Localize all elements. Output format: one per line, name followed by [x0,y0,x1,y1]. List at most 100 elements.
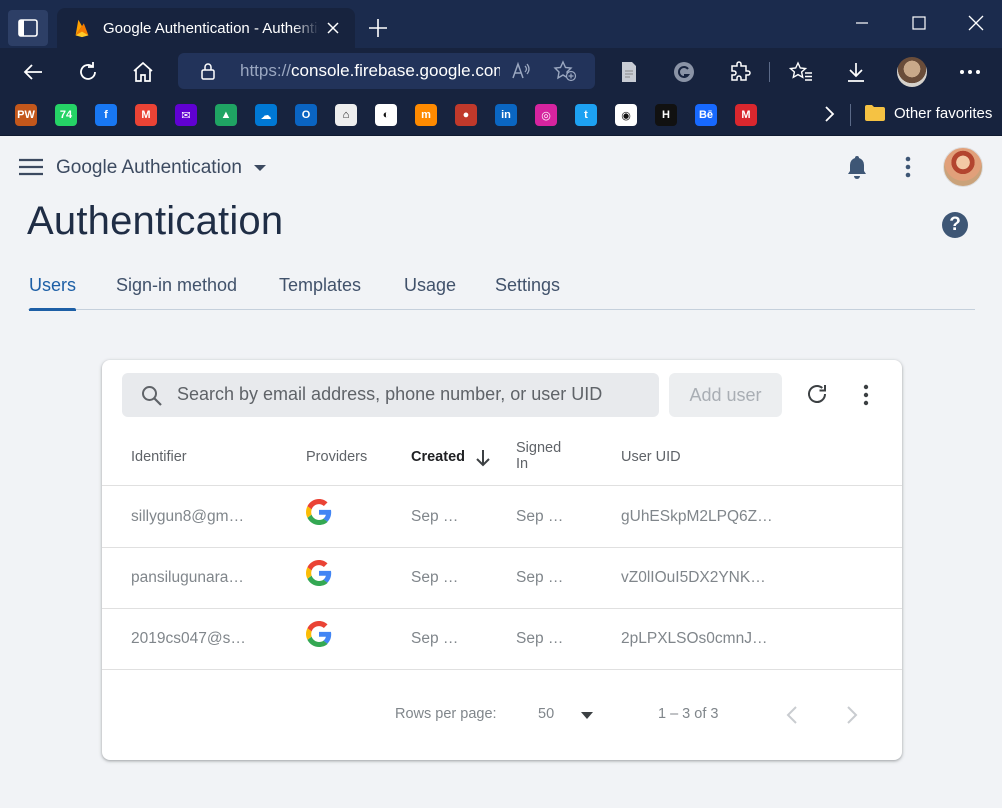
extensions-icon[interactable] [727,59,753,85]
refresh-icon[interactable] [75,59,101,85]
firebase-icon [75,19,89,38]
cell-created: Sep … [411,508,459,525]
browser-profile-avatar[interactable] [897,57,927,87]
chevron-left-icon[interactable] [784,704,800,726]
page-range: 1 – 3 of 3 [658,706,719,722]
pwa-icon[interactable]: PW [15,104,37,126]
google-icon [306,499,332,525]
drive-icon[interactable]: ▲ [215,104,237,126]
google-icon [306,621,332,647]
behance-icon[interactable]: Bē [695,104,717,126]
cell-signed-in: Sep … [516,508,564,525]
tab-close-icon[interactable] [323,18,343,38]
close-window-icon[interactable] [963,10,989,36]
bookmarks-bar: Other favorites PW 74 f M ✉ ▲ ☁ O ⌂ ◐ m ● in ◎ t ◉ H Bē M [0,94,1002,136]
sort-descending-icon[interactable] [475,449,491,467]
tab-users[interactable]: Users [29,275,76,296]
browser-toolbar: https://console.firebase.google.com [0,48,1002,94]
reload-icon[interactable] [805,382,829,406]
github-icon[interactable]: ◉ [615,104,637,126]
table-header: Identifier Providers Created Signed In Us… [102,428,902,486]
minimize-icon[interactable] [849,10,875,36]
cell-user-uid: vZ0lIOuI5DX2YNK… [621,569,766,586]
cell-signed-in: Sep … [516,630,564,647]
lock-icon[interactable] [200,62,216,80]
other-favorites[interactable]: Other favorites [864,104,992,122]
university-icon[interactable]: ⌂ [335,104,357,126]
more-vert-icon[interactable] [898,155,918,179]
chevron-right-icon[interactable] [822,105,836,123]
caret-down-icon[interactable] [581,712,593,719]
col-user-uid[interactable]: User UID [621,449,681,465]
browser-titlebar: Google Authentication - Authentication [0,0,1002,48]
folder-icon [865,105,885,121]
tab-actions-button[interactable] [8,10,48,46]
tab-usage[interactable]: Usage [404,275,456,296]
cell-created: Sep … [411,630,459,647]
url-text[interactable]: https://console.firebase.google.com [240,61,500,81]
col-created[interactable]: Created [411,449,465,465]
document-icon[interactable] [616,59,642,85]
back-icon[interactable] [20,59,46,85]
address-bar[interactable]: https://console.firebase.google.com [178,53,595,89]
help-icon[interactable]: ? [942,212,968,238]
favorites-icon[interactable] [788,59,814,85]
settings-more-icon[interactable] [957,59,983,85]
page-title: Authentication [27,199,284,243]
table-row[interactable]: sillygun8@gm… Sep … Sep … gUhESkpM2LPQ6Z… [102,487,902,548]
cell-user-uid: gUhESkpM2LPQ6Z… [621,508,773,525]
tab-sign-in-method[interactable]: Sign-in method [116,275,237,296]
cell-identifier: pansilugunara… [131,569,244,586]
maximize-icon[interactable] [906,10,932,36]
project-name: Google Authentication [56,157,242,178]
menu-icon[interactable] [19,158,43,176]
facebook-icon[interactable]: f [95,104,117,126]
add-user-button[interactable]: Add user [669,373,782,417]
cell-identifier: sillygun8@gm… [131,508,245,525]
notifications-bell-icon[interactable] [845,154,869,180]
mega-icon[interactable]: M [735,104,757,126]
chevron-right-icon[interactable] [844,704,860,726]
home-icon[interactable] [130,59,156,85]
add-favorite-icon[interactable] [553,60,577,82]
bookmarks-divider [850,104,851,126]
firebase-console: Google Authentication Authentication ? U… [0,137,1002,808]
hackerrank-icon[interactable]: H [655,104,677,126]
grammarly-icon[interactable] [671,59,697,85]
tab-title: Google Authentication - Authentication [103,19,319,37]
rows-per-page-select[interactable]: 50 [538,706,554,722]
circle-icon[interactable]: ◐ [375,104,397,126]
more-vert-icon[interactable] [859,384,873,406]
medium-icon[interactable]: m [415,104,437,126]
tab-templates[interactable]: Templates [279,275,361,296]
tab-actions-icon [18,19,38,37]
active-tab-indicator [29,308,76,311]
col-identifier[interactable]: Identifier [131,449,187,465]
read-aloud-icon[interactable] [510,60,532,82]
cloud-icon[interactable]: ☁ [255,104,277,126]
col-providers[interactable]: Providers [306,449,367,465]
toolbar-divider [769,62,770,82]
cell-identifier: 2019cs047@s… [131,630,246,647]
project-selector[interactable]: Google Authentication [56,157,266,179]
table-row[interactable]: pansilugunara… Sep … Sep … vZ0lIOuI5DX2Y… [102,548,902,609]
rows-per-page-label: Rows per page: [395,706,497,722]
tab-settings[interactable]: Settings [495,275,560,296]
col-signed-in[interactable]: Signed In [516,440,561,472]
gmail-icon[interactable]: M [135,104,157,126]
twitter-icon[interactable]: t [575,104,597,126]
new-tab-icon[interactable] [366,16,390,40]
browser-tab-active[interactable]: Google Authentication - Authentication [57,8,355,48]
outlook-icon[interactable]: O [295,104,317,126]
search-input[interactable]: Search by email address, phone number, o… [177,384,602,405]
table-row[interactable]: 2019cs047@s… Sep … Sep … 2pLPXLSOs0cmnJ… [102,609,902,670]
instagram-icon[interactable]: ◎ [535,104,557,126]
whatsapp-icon[interactable]: 74 [55,104,77,126]
linkedin-icon[interactable]: in [495,104,517,126]
section-tabs: Users Sign-in method Templates Usage Set… [28,274,975,311]
user-search-box[interactable]: Search by email address, phone number, o… [122,373,659,417]
account-avatar[interactable] [943,147,983,187]
red-circle-icon[interactable]: ● [455,104,477,126]
downloads-icon[interactable] [843,59,869,85]
mail-icon[interactable]: ✉ [175,104,197,126]
